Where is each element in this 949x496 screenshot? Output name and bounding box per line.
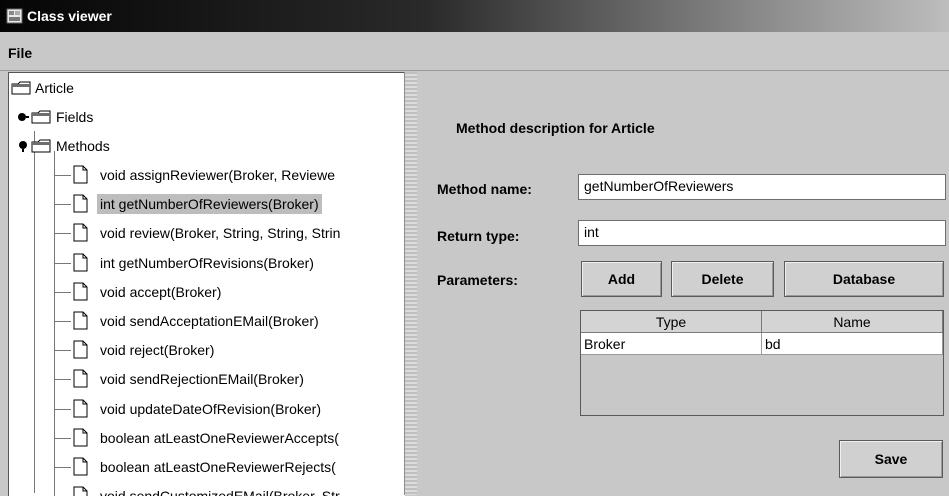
add-parameter-button[interactable]: Add xyxy=(581,261,662,297)
class-tree[interactable]: Article Fields Methods void assignReview… xyxy=(8,72,405,496)
method-name-label: Method name: xyxy=(437,181,532,197)
table-cell-type[interactable]: Broker xyxy=(581,333,762,355)
tree-connector xyxy=(55,379,71,380)
tree-item-label: void updateDateOfRevision(Broker) xyxy=(100,401,321,417)
tree-item-label: boolean atLeastOneReviewerRejects( xyxy=(100,459,336,475)
tree-connector xyxy=(55,263,71,264)
document-icon xyxy=(73,369,88,388)
tree-connector xyxy=(55,467,71,468)
document-icon xyxy=(73,399,88,418)
parameters-label: Parameters: xyxy=(437,272,518,288)
tree-item-label: int getNumberOfRevisions(Broker) xyxy=(100,255,314,271)
expand-handle-icon[interactable] xyxy=(17,111,29,123)
document-icon xyxy=(73,165,88,184)
tree-connector xyxy=(55,204,71,205)
window-title: Class viewer xyxy=(27,8,112,24)
tree-connector xyxy=(55,409,71,410)
document-icon xyxy=(73,253,88,272)
tree-connector xyxy=(55,438,71,439)
menu-file[interactable]: File xyxy=(8,45,32,61)
collapse-handle-icon[interactable] xyxy=(17,140,29,152)
column-header-name[interactable]: Name xyxy=(762,311,943,333)
tree-connector xyxy=(55,350,71,351)
table-cell-name[interactable]: bd xyxy=(762,333,943,355)
tree-item-label: void reject(Broker) xyxy=(100,342,215,358)
save-button[interactable]: Save xyxy=(839,440,943,478)
detail-heading: Method description for Article xyxy=(456,120,655,136)
tree-item-label: void review(Broker, String, String, Stri… xyxy=(100,225,341,241)
tree-item-label: void assignReviewer(Broker, Reviewe xyxy=(100,167,335,183)
tree-item-label: int getNumberOfReviewers(Broker) xyxy=(97,194,322,214)
document-icon xyxy=(73,340,88,359)
document-icon xyxy=(73,223,88,242)
folder-icon xyxy=(31,110,51,124)
title-bar: Class viewer xyxy=(0,0,949,32)
tree-item-label: void accept(Broker) xyxy=(100,284,222,300)
tree-node-label: Methods xyxy=(56,138,110,154)
folder-icon xyxy=(31,139,51,153)
tree-node-label: Article xyxy=(35,80,74,96)
column-header-type[interactable]: Type xyxy=(581,311,762,333)
return-type-field[interactable]: int xyxy=(578,220,946,246)
tree-connector xyxy=(55,233,71,234)
tree-connector xyxy=(55,321,71,322)
tree-item-label: void sendCustomizedEMail(Broker, Str xyxy=(100,488,340,496)
tree-connector xyxy=(54,151,55,496)
tree-connector xyxy=(34,131,35,493)
document-icon xyxy=(73,428,88,447)
tree-connector xyxy=(55,175,71,176)
folder-icon xyxy=(11,81,31,95)
document-icon xyxy=(73,282,88,301)
tree-item-label: void sendAcceptationEMail(Broker) xyxy=(100,313,319,329)
database-button[interactable]: Database xyxy=(784,261,944,297)
tree-item-label: boolean atLeastOneReviewerAccepts( xyxy=(100,430,339,446)
document-icon xyxy=(73,457,88,476)
return-type-label: Return type: xyxy=(437,228,520,244)
tree-item-label: void sendRejectionEMail(Broker) xyxy=(100,371,304,387)
app-icon xyxy=(6,8,23,24)
document-icon xyxy=(73,194,88,213)
method-detail-panel: Method description for Article Method na… xyxy=(417,72,949,495)
parameters-table[interactable]: Type Name Broker bd xyxy=(580,310,944,416)
document-icon xyxy=(73,311,88,330)
delete-parameter-button[interactable]: Delete xyxy=(671,261,774,297)
split-pane-divider[interactable] xyxy=(404,72,418,495)
tree-connector xyxy=(55,292,71,293)
tree-node-label: Fields xyxy=(56,109,94,125)
method-name-field[interactable]: getNumberOfReviewers xyxy=(578,174,946,200)
menu-bar: File xyxy=(0,32,949,71)
